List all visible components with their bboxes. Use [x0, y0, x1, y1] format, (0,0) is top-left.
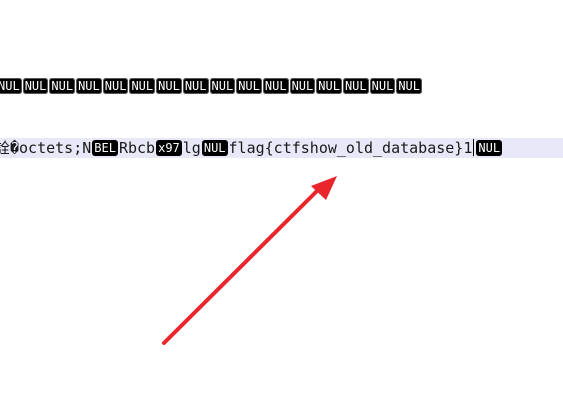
- nul-control-char: NUL: [209, 78, 236, 94]
- nul-control-char: NUL: [102, 78, 129, 94]
- nul-control-char: NUL: [49, 78, 76, 94]
- nul-control-char: NUL: [476, 140, 503, 156]
- nul-control-char: NUL: [182, 78, 209, 94]
- nul-control-char: NUL: [236, 78, 262, 94]
- nul-control-char: NUL: [262, 78, 289, 94]
- nul-control-char: NUL: [129, 78, 156, 94]
- nul-control-char: NUL: [342, 78, 369, 94]
- editor-line-highlighted[interactable]: 詮�octets;N BEL Rbcb x97 lg NUL flag{ctfshow_ol…: [0, 138, 563, 158]
- text-lg: lg: [182, 139, 201, 157]
- text-n: N: [82, 139, 92, 157]
- hex-x97-control-char: x97: [156, 140, 182, 156]
- text-1: 1: [463, 139, 473, 157]
- hex-text-editor-view[interactable]: NUL NUL NUL NUL NUL NUL NUL NUL NUL NUL NUL NUL NUL N…: [0, 0, 563, 408]
- nul-control-char: NUL: [156, 78, 182, 94]
- nul-control-char: NUL: [316, 78, 342, 94]
- nul-control-char: NUL: [201, 140, 228, 156]
- editor-line-nul-row[interactable]: NUL NUL NUL NUL NUL NUL NUL NUL NUL NUL NUL NUL NUL N…: [0, 76, 423, 96]
- nul-control-char: NUL: [369, 78, 396, 94]
- cjk-garbled-text: 詮�octets;: [0, 139, 83, 157]
- flag-text[interactable]: flag{ctfshow_old_database}: [229, 139, 464, 157]
- nul-control-char: NUL: [22, 78, 49, 94]
- nul-control-char: NUL: [0, 78, 22, 94]
- nul-control-char: NUL: [396, 78, 422, 94]
- nul-control-char: NUL: [289, 78, 316, 94]
- nul-control-char: NUL: [76, 78, 102, 94]
- bel-control-char: BEL: [92, 140, 118, 156]
- text-cursor: [473, 139, 475, 156]
- text-rbcb: Rbcb: [118, 139, 156, 157]
- arrow-icon: [162, 176, 337, 345]
